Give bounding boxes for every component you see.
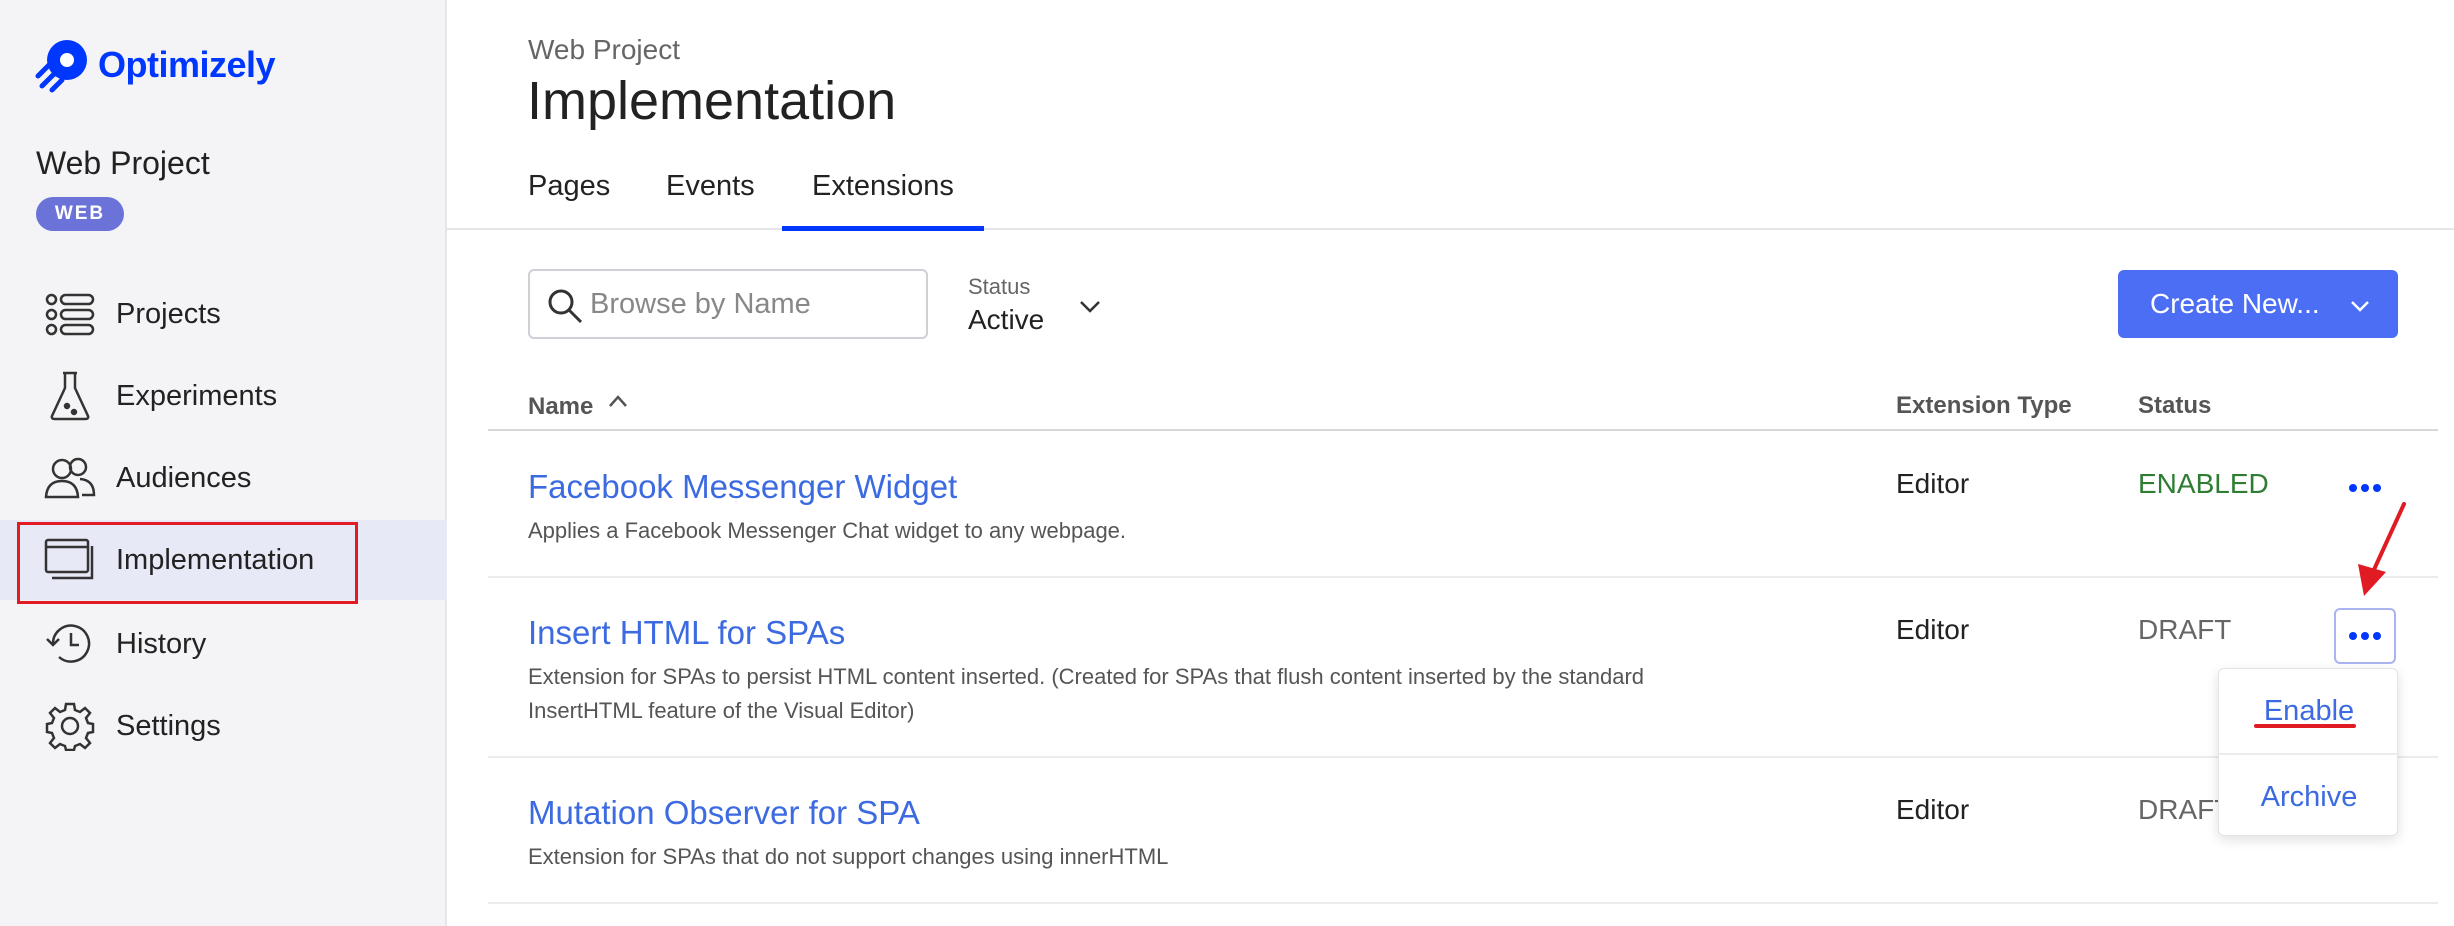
column-header-extension-type[interactable]: Extension Type: [1896, 392, 2072, 420]
annotation-underline: [2254, 724, 2356, 728]
status-filter-label: Status: [968, 274, 1031, 299]
active-tab-indicator: [782, 226, 984, 231]
extension-type: Editor: [1896, 614, 1970, 645]
table-header-divider: [488, 429, 2438, 431]
menu-item-archive[interactable]: Archive: [2219, 755, 2399, 839]
sidebar-item-experiments[interactable]: Experiments: [0, 356, 447, 436]
row-divider: [488, 902, 2438, 904]
extension-description: Extension for SPAs to persist HTML conte…: [528, 664, 1645, 723]
sidebar-item-history[interactable]: History: [0, 604, 447, 684]
chevron-down-icon[interactable]: [1076, 293, 1104, 321]
list-icon: [44, 288, 96, 340]
extension-type: Editor: [1896, 468, 1970, 499]
project-name: Web Project: [36, 145, 210, 181]
more-dots-icon: [2361, 484, 2369, 492]
status-badge: ENABLED: [2138, 468, 2269, 499]
chevron-down-icon: [2351, 301, 2369, 312]
people-icon: [44, 452, 96, 504]
sidebar-item-projects[interactable]: Projects: [0, 274, 447, 354]
sidebar-item-audiences[interactable]: Audiences: [0, 438, 447, 518]
create-new-label: Create New...: [2150, 288, 2320, 319]
extension-description: Applies a Facebook Messenger Chat widget…: [528, 518, 1127, 543]
sidebar-item-settings[interactable]: Settings: [0, 686, 447, 766]
column-header-name[interactable]: Name: [528, 392, 630, 421]
column-header-status[interactable]: Status: [2138, 392, 2211, 420]
tab-events[interactable]: Events: [666, 170, 755, 203]
status-badge: DRAFT: [2138, 614, 2232, 645]
create-new-button[interactable]: Create New...: [2118, 270, 2398, 338]
more-actions-button[interactable]: [2334, 608, 2396, 664]
row-divider: [488, 756, 2438, 758]
annotation-arrow-icon: [2358, 502, 2406, 596]
flask-icon: [44, 370, 96, 422]
status-filter[interactable]: Status Active: [968, 274, 1044, 336]
tab-bar: Pages Events Extensions: [447, 160, 2454, 230]
more-dots-icon: [2349, 632, 2357, 640]
sidebar: Optimizely Web Project WEB Projects Expe…: [0, 0, 447, 926]
annotation-highlight-box: [17, 522, 358, 604]
search-box[interactable]: [528, 269, 928, 339]
actions-menu: Enable Archive: [2218, 668, 2399, 839]
status-filter-value: Active: [968, 304, 1045, 335]
page-title: Implementation: [527, 71, 897, 131]
tab-extensions[interactable]: Extensions: [812, 170, 954, 203]
gear-icon: [44, 700, 96, 752]
project-type-badge: WEB: [36, 197, 124, 231]
search-icon: [548, 289, 583, 324]
logo-text: Optimizely: [98, 44, 276, 85]
tab-pages[interactable]: Pages: [528, 170, 610, 203]
more-dots-icon: [2373, 632, 2381, 640]
extension-name-link[interactable]: Mutation Observer for SPA: [528, 794, 920, 832]
more-dots-icon: [2349, 484, 2357, 492]
row-divider: [488, 576, 2438, 578]
more-dots-icon: [2373, 484, 2381, 492]
sidebar-item-label: Audiences: [116, 461, 252, 494]
extension-description: Extension for SPAs that do not support c…: [528, 844, 1169, 869]
sidebar-item-label: History: [116, 627, 207, 660]
menu-item-enable[interactable]: Enable: [2219, 669, 2399, 753]
sidebar-item-label: Projects: [116, 297, 221, 330]
history-icon: [44, 618, 96, 670]
optimizely-logo-icon: [35, 40, 87, 93]
extension-name-link[interactable]: Facebook Messenger Widget: [528, 468, 957, 506]
sidebar-item-label: Experiments: [116, 379, 278, 412]
extension-type: Editor: [1896, 794, 1970, 825]
optimizely-logo[interactable]: Optimizely: [34, 36, 276, 94]
sidebar-item-label: Settings: [116, 709, 221, 742]
search-input[interactable]: [590, 281, 910, 327]
sort-ascending-icon: [609, 395, 627, 407]
extension-name-link[interactable]: Insert HTML for SPAs: [528, 614, 845, 652]
more-dots-icon: [2361, 632, 2369, 640]
breadcrumb[interactable]: Web Project: [528, 34, 680, 66]
